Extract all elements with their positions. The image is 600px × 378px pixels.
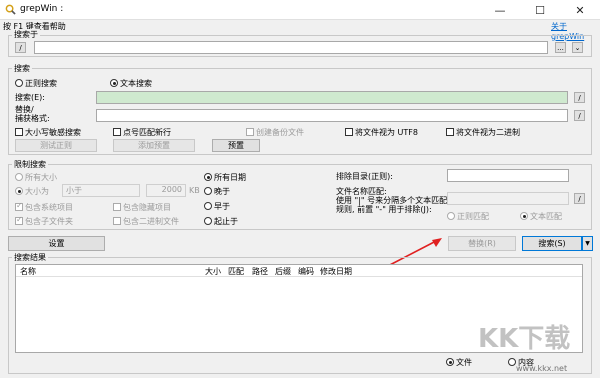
between-dates-radio[interactable]: 起止于 xyxy=(204,216,238,227)
include-hidden-checkbox[interactable]: 包含隐藏项目 xyxy=(113,202,171,213)
create-backup-checkbox[interactable]: 创建备份文件 xyxy=(246,127,304,138)
search-in-toggle-button[interactable]: / xyxy=(15,42,26,53)
treat-binary-label: 将文件视为二进制 xyxy=(456,128,520,137)
settings-button[interactable]: 设置 xyxy=(8,236,105,251)
case-sensitive-label: 大小写敏感搜索 xyxy=(25,128,81,137)
column-header-modified-date[interactable]: 修改日期 xyxy=(320,266,352,277)
watermark-brand: KK下载 xyxy=(478,324,571,354)
preset-button[interactable]: 预置 xyxy=(212,139,260,152)
include-subfolders-checkbox[interactable]: 包含子文件夹 xyxy=(15,215,73,227)
include-system-label: 包含系统项目 xyxy=(25,203,73,212)
regex-search-label: 正则搜索 xyxy=(25,79,57,88)
browse-button[interactable]: ... xyxy=(555,42,566,53)
include-system-checkbox[interactable]: 包含系统项目 xyxy=(15,201,73,213)
dot-newline-label: 点号匹配新行 xyxy=(123,128,171,137)
replace-options-button[interactable]: / xyxy=(574,110,585,121)
window-title: grepWin : xyxy=(20,4,64,14)
treat-utf8-checkbox[interactable]: 将文件视为 UTF8 xyxy=(345,127,418,138)
search-button[interactable]: 搜索(S) xyxy=(522,236,582,251)
minimize-button[interactable]: — xyxy=(480,0,520,20)
limit-search-legend: 限制搜索 xyxy=(12,159,48,170)
watermark-url: www.kkx.net xyxy=(516,364,568,373)
include-hidden-label: 包含隐藏项目 xyxy=(123,203,171,212)
column-header-name[interactable]: 名称 xyxy=(20,266,36,277)
search-input[interactable] xyxy=(96,91,568,104)
size-is-radio[interactable]: 大小为 xyxy=(15,186,49,197)
size-value-input[interactable]: 2000 xyxy=(146,184,186,197)
regex-match-label: 正则匹配 xyxy=(457,212,489,221)
older-than-label: 早于 xyxy=(214,202,230,211)
text-search-label: 文本搜索 xyxy=(120,79,152,88)
all-dates-label: 所有日期 xyxy=(214,173,246,182)
search-options-button[interactable]: / xyxy=(574,92,585,103)
show-files-radio[interactable]: 文件 xyxy=(446,357,472,368)
treat-binary-checkbox[interactable]: 将文件视为二进制 xyxy=(446,127,520,138)
dot-newline-checkbox[interactable]: 点号匹配新行 xyxy=(113,127,171,138)
include-binary-label: 包含二进制文件 xyxy=(123,217,179,226)
path-history-dropdown[interactable]: ⌄ xyxy=(572,42,583,53)
all-sizes-label: 所有大小 xyxy=(25,173,57,182)
text-search-radio[interactable]: 文本搜索 xyxy=(110,78,152,89)
search-label: 搜索(E): xyxy=(15,93,45,102)
text-match-label: 文本匹配 xyxy=(530,212,562,221)
regex-match-radio[interactable]: 正则匹配 xyxy=(447,211,489,222)
replace-input[interactable] xyxy=(96,109,568,122)
file-match-input[interactable] xyxy=(447,192,569,205)
include-subfolders-label: 包含子文件夹 xyxy=(25,217,73,226)
file-match-options-button[interactable]: / xyxy=(574,193,585,204)
older-than-radio[interactable]: 早于 xyxy=(204,201,230,212)
include-binary-checkbox[interactable]: 包含二进制文件 xyxy=(113,216,179,227)
regex-search-radio[interactable]: 正则搜索 xyxy=(15,78,57,89)
newer-than-radio[interactable]: 晚于 xyxy=(204,186,230,197)
size-operator-value: 小于 xyxy=(66,186,82,195)
search-legend: 搜索 xyxy=(12,63,32,74)
search-in-legend: 搜索于 xyxy=(12,29,40,40)
column-header-size[interactable]: 大小 xyxy=(205,266,221,277)
magnifier-app-icon xyxy=(5,4,16,15)
create-backup-label: 创建备份文件 xyxy=(256,128,304,137)
show-files-label: 文件 xyxy=(456,358,472,367)
size-operator-select[interactable]: 小于 xyxy=(62,184,140,197)
replace-label-line2: 捕获格式: xyxy=(15,114,50,123)
exclude-dirs-input[interactable] xyxy=(447,169,569,182)
newer-than-label: 晚于 xyxy=(214,187,230,196)
test-regex-button[interactable]: 测试正则 xyxy=(15,139,97,152)
results-legend: 搜索结果 xyxy=(12,252,48,263)
size-is-label: 大小为 xyxy=(25,187,49,196)
case-sensitive-checkbox[interactable]: 大小写敏感搜索 xyxy=(15,127,81,138)
all-dates-radio[interactable]: 所有日期 xyxy=(204,172,246,183)
column-header-encoding[interactable]: 编码 xyxy=(298,266,314,277)
column-header-extension[interactable]: 后缀 xyxy=(275,266,291,277)
file-match-label-line3: 规则, 前置 "-" 用于排除(J): xyxy=(336,205,432,214)
all-sizes-radio[interactable]: 所有大小 xyxy=(15,172,57,183)
between-dates-label: 起止于 xyxy=(214,217,238,226)
size-unit-label: KB xyxy=(189,186,200,195)
text-match-radio[interactable]: 文本匹配 xyxy=(520,211,562,222)
search-path-input[interactable] xyxy=(34,41,548,54)
treat-utf8-label: 将文件视为 UTF8 xyxy=(355,128,418,137)
column-header-path[interactable]: 路径 xyxy=(252,266,268,277)
search-dropdown-button[interactable]: ▼ xyxy=(582,236,593,251)
close-button[interactable]: ✕ xyxy=(560,0,600,20)
column-header-matches[interactable]: 匹配 xyxy=(228,266,244,277)
add-preset-button[interactable]: 添加预置 xyxy=(113,139,195,152)
maximize-button[interactable]: ☐ xyxy=(520,0,560,20)
replace-button[interactable]: 替换(R) xyxy=(448,236,516,251)
exclude-dirs-label: 排除目录(正则): xyxy=(336,172,393,181)
